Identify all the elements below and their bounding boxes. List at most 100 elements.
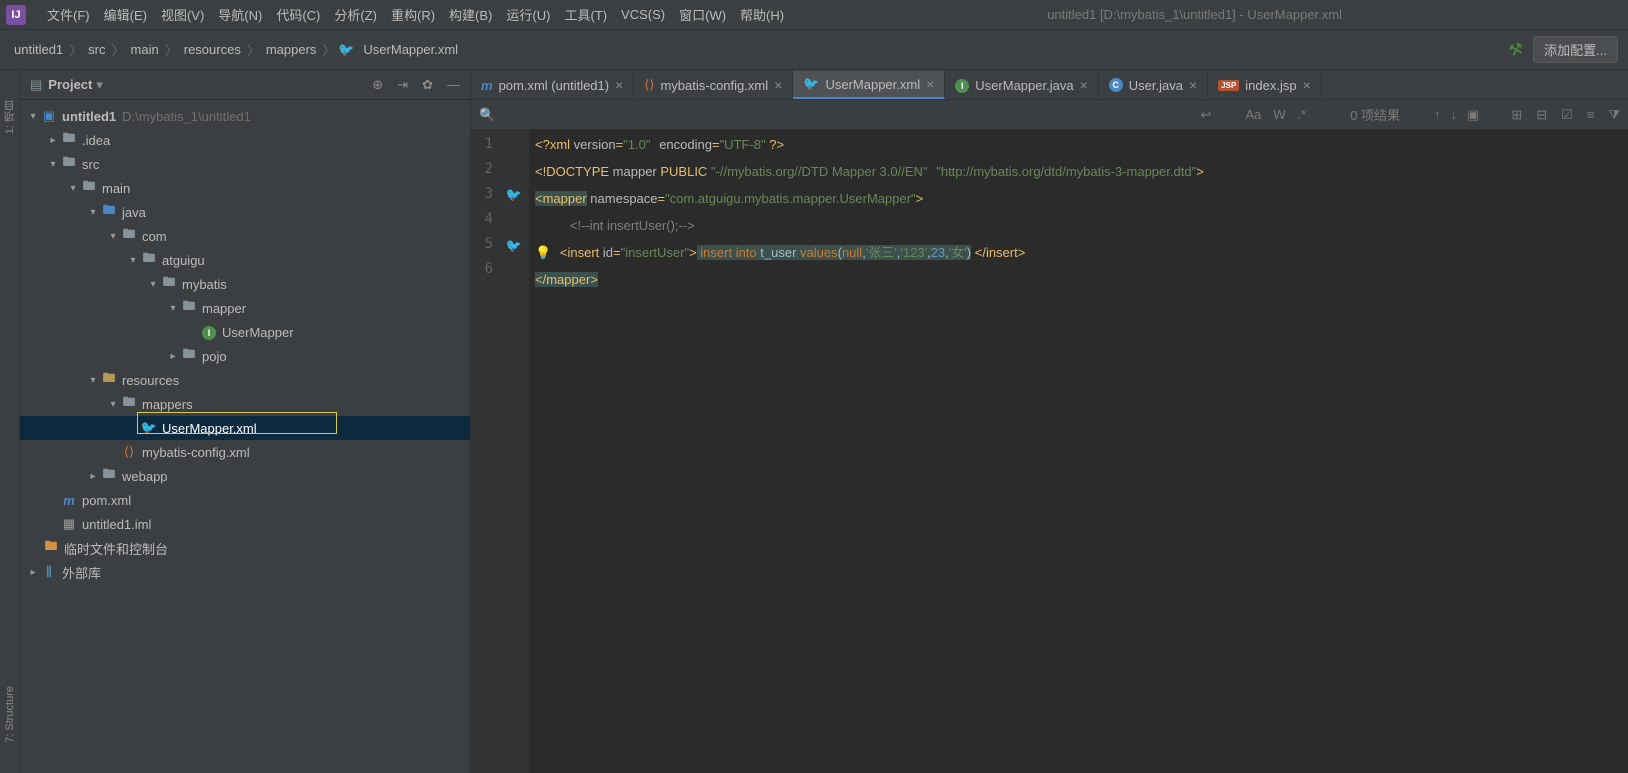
tab-index-jsp[interactable]: JSPindex.jsp× — [1208, 71, 1322, 99]
close-icon[interactable]: × — [615, 77, 623, 93]
menu-run[interactable]: 运行(U) — [499, 5, 557, 24]
mybatis-bird-icon: 🐦 — [337, 42, 355, 58]
tab-user-java[interactable]: CUser.java× — [1099, 71, 1208, 99]
settings-icon[interactable]: ≡ — [1587, 107, 1595, 123]
find-results-label: 0 项结果 — [1350, 105, 1400, 124]
locate-icon[interactable]: ⊕ — [372, 77, 383, 93]
mybatis-gutter-icon[interactable]: 🐦 — [506, 187, 522, 202]
menu-window[interactable]: 窗口(W) — [672, 5, 733, 24]
tree-mybatis[interactable]: ▾🖿mybatis — [20, 272, 470, 296]
maven-file-icon: m — [481, 78, 493, 93]
menu-file[interactable]: 文件(F) — [40, 5, 97, 24]
class-icon: C — [1109, 78, 1123, 92]
gutter-icons: 🐦🐦 — [499, 130, 529, 773]
package-icon: 🖿 — [140, 249, 158, 271]
tree-atguigu[interactable]: ▾🖿atguigu — [20, 248, 470, 272]
words-icon[interactable]: W — [1273, 107, 1285, 122]
code-editor[interactable]: 123456 🐦🐦 <?xml version="1.0" encoding="… — [471, 130, 1628, 773]
package-icon: 🖿 — [180, 297, 198, 319]
tree-usermapper-interface[interactable]: IUserMapper — [20, 320, 470, 344]
tree-usermapper-xml[interactable]: 🐦UserMapper.xml — [20, 416, 470, 440]
menu-analyze[interactable]: 分析(Z) — [327, 5, 384, 24]
tree-external-libs[interactable]: ▸⫼外部库 — [20, 560, 470, 584]
close-icon[interactable]: × — [1189, 77, 1197, 93]
hide-icon[interactable]: — — [447, 77, 460, 93]
select-all-occurrences-icon[interactable]: ☑ — [1561, 107, 1573, 123]
crumb-project[interactable]: untitled1 — [10, 42, 67, 57]
tool-project-tab[interactable]: 1: 项目 — [2, 100, 18, 134]
tree-pojo[interactable]: ▸🖿pojo — [20, 344, 470, 368]
tree-resources[interactable]: ▾🖿resources — [20, 368, 470, 392]
collapse-all-icon[interactable]: ⇥ — [397, 77, 408, 93]
tree-root[interactable]: ▾▣ untitled1 D:\mybatis_1\untitled1 — [20, 104, 470, 128]
project-sidebar: ▤ Project ▾ ⊕ ⇥ ✿ — ▾▣ untitled1 D:\myba… — [20, 70, 471, 773]
tree-webapp[interactable]: ▸🖿webapp — [20, 464, 470, 488]
regex-icon[interactable]: .* — [1298, 107, 1307, 122]
tool-structure-tab[interactable]: 7: Structure — [4, 686, 16, 743]
xml-file-icon: ⟨⟩ — [120, 444, 138, 460]
gutter: 123456 🐦🐦 — [471, 130, 529, 773]
project-view-icon: ▤ — [30, 77, 42, 93]
window-title: untitled1 [D:\mybatis_1\untitled1] - Use… — [1047, 7, 1342, 22]
tree-src[interactable]: ▾🖿src — [20, 152, 470, 176]
crumb-resources[interactable]: resources — [180, 42, 245, 57]
maven-file-icon: m — [60, 493, 78, 508]
add-selection-icon[interactable]: ⊞ — [1511, 107, 1522, 123]
menu-view[interactable]: 视图(V) — [154, 5, 211, 24]
tab-mybatis-config[interactable]: ⟨⟩mybatis-config.xml× — [634, 71, 793, 99]
resources-folder-icon: 🖿 — [100, 369, 118, 391]
close-icon[interactable]: × — [1080, 77, 1088, 93]
sidebar-header: ▤ Project ▾ ⊕ ⇥ ✿ — — [20, 70, 470, 100]
menu-build[interactable]: 构建(B) — [442, 5, 499, 24]
tree-com[interactable]: ▾🖿com — [20, 224, 470, 248]
select-all-icon[interactable]: ▣ — [1467, 107, 1479, 123]
tree-idea[interactable]: ▸🖿.idea — [20, 128, 470, 152]
intention-bulb-icon[interactable]: 💡 — [535, 245, 551, 260]
tree-mappers[interactable]: ▾🖿mappers — [20, 392, 470, 416]
jsp-file-icon: JSP — [1218, 80, 1239, 91]
close-icon[interactable]: × — [1303, 77, 1311, 93]
menu-code[interactable]: 代码(C) — [269, 5, 327, 24]
interface-icon: I — [200, 324, 218, 340]
crumb-file[interactable]: UserMapper.xml — [359, 42, 462, 57]
build-icon[interactable]: ⚒ — [1506, 38, 1525, 61]
tree-mybatis-config[interactable]: ⟨⟩mybatis-config.xml — [20, 440, 470, 464]
menu-navigate[interactable]: 导航(N) — [211, 5, 269, 24]
tree-java[interactable]: ▾🖿java — [20, 200, 470, 224]
search-icon[interactable]: 🔍 — [479, 107, 495, 123]
crumb-main[interactable]: main — [127, 42, 163, 57]
find-history-icon[interactable]: ↩ — [1200, 107, 1211, 123]
tree-iml[interactable]: ▦untitled1.iml — [20, 512, 470, 536]
match-case-icon[interactable]: Aa — [1245, 107, 1261, 122]
tree-mapper[interactable]: ▾🖿mapper — [20, 296, 470, 320]
close-icon[interactable]: × — [926, 76, 934, 92]
menu-vcs[interactable]: VCS(S) — [614, 7, 672, 22]
tab-usermapper-xml[interactable]: 🐦UserMapper.xml× — [793, 71, 945, 99]
folder-icon: 🖿 — [80, 177, 98, 199]
menu-refactor[interactable]: 重构(R) — [384, 5, 442, 24]
tree-scratches[interactable]: 🖿临时文件和控制台 — [20, 536, 470, 560]
folder-icon: 🖿 — [100, 465, 118, 487]
tree-main[interactable]: ▾🖿main — [20, 176, 470, 200]
tab-pom[interactable]: mpom.xml (untitled1)× — [471, 71, 634, 99]
tree-pom[interactable]: mpom.xml — [20, 488, 470, 512]
menu-edit[interactable]: 编辑(E) — [97, 5, 154, 24]
folder-icon: 🖿 — [120, 393, 138, 415]
crumb-src[interactable]: src — [84, 42, 109, 57]
prev-match-icon[interactable]: ↑ — [1434, 107, 1441, 123]
menu-help[interactable]: 帮助(H) — [733, 5, 791, 24]
remove-selection-icon[interactable]: ⊟ — [1536, 107, 1547, 123]
project-view-dropdown-icon[interactable]: ▾ — [96, 77, 103, 93]
find-toolbar: 🔍 ↩ Aa W .* 0 项结果 ↑ ↓ ▣ ⊞ ⊟ ☑ ≡ ⧩ — [471, 100, 1628, 130]
close-icon[interactable]: × — [774, 77, 782, 93]
settings-gear-icon[interactable]: ✿ — [422, 77, 433, 93]
filter-icon[interactable]: ⧩ — [1608, 107, 1620, 123]
tab-usermapper-java[interactable]: IUserMapper.java× — [945, 71, 1098, 99]
crumb-mappers[interactable]: mappers — [262, 42, 321, 57]
next-match-icon[interactable]: ↓ — [1451, 107, 1458, 123]
code-content[interactable]: <?xml version="1.0" encoding="UTF-8" ?> … — [529, 130, 1628, 773]
menu-tools[interactable]: 工具(T) — [557, 5, 614, 24]
mybatis-gutter-icon[interactable]: 🐦 — [506, 238, 522, 253]
project-view-title[interactable]: Project — [48, 77, 92, 92]
add-configuration-button[interactable]: 添加配置... — [1533, 36, 1618, 63]
